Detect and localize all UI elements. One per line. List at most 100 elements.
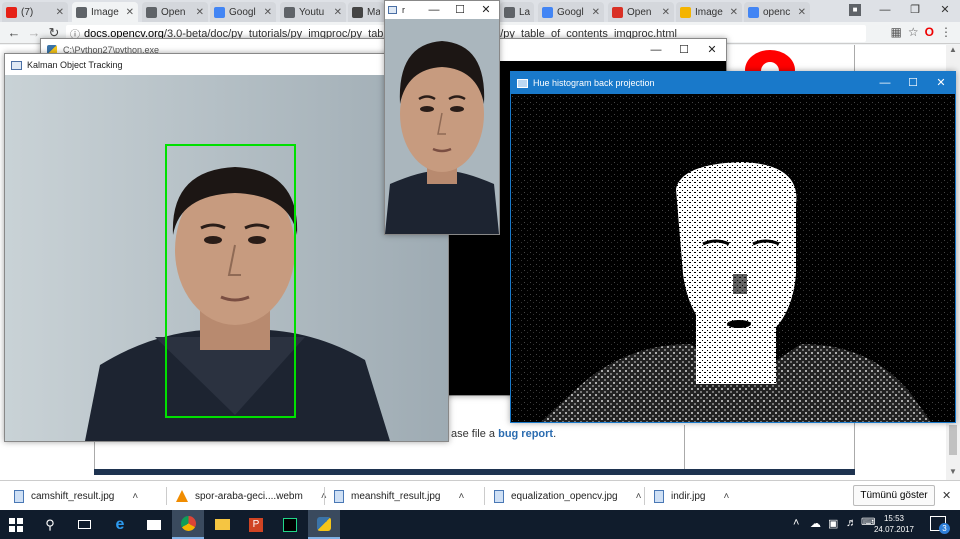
browser-tab[interactable]: Youtu ✕	[280, 2, 346, 22]
close-icon[interactable]: ✕	[942, 489, 951, 502]
browser-tab[interactable]: (7) ✕	[2, 2, 68, 22]
maximize-icon[interactable]: ☐	[899, 72, 927, 94]
browser-tab[interactable]: Open ✕	[142, 2, 208, 22]
browser-tab[interactable]: openc ✕	[744, 2, 810, 22]
task-view-button[interactable]	[68, 510, 100, 539]
clock[interactable]: 15:53 24.07.2017	[872, 513, 916, 535]
download-item[interactable]: meanshift_result.jpg ˄	[334, 485, 464, 507]
close-icon[interactable]: ✕	[927, 72, 955, 94]
hue-title: Hue histogram back projection	[533, 78, 655, 88]
close-icon[interactable]: ✕	[473, 1, 499, 19]
search-button[interactable]: ⚲	[34, 510, 66, 539]
windows-logo-icon	[9, 517, 23, 532]
taskbar-explorer[interactable]	[206, 510, 238, 539]
kalman-titlebar[interactable]: Kalman Object Tracking —	[5, 54, 448, 76]
chevron-up-icon[interactable]: ˄	[459, 491, 465, 502]
download-item[interactable]: camshift_result.jpg ˄	[14, 485, 138, 507]
tab-title: Youtu	[299, 6, 325, 18]
taskbar-python[interactable]	[308, 510, 340, 539]
tab-close-icon[interactable]: ✕	[798, 7, 806, 18]
clock-time: 15:53	[883, 514, 905, 523]
browser-tab[interactable]: Googl ✕	[538, 2, 604, 22]
profile-icon[interactable]: ■	[849, 4, 861, 16]
action-center-icon[interactable]: 3	[930, 516, 950, 534]
browser-tab[interactable]: Main	[348, 2, 384, 22]
tab-favicon-icon	[504, 6, 515, 18]
chevron-up-icon[interactable]: ˄	[723, 491, 729, 502]
roi-window-controls: — ☐ ✕	[421, 1, 499, 19]
network-icon[interactable]: ▣	[828, 517, 838, 530]
taskbar-chrome[interactable]	[172, 510, 204, 539]
maximize-icon[interactable]: ☐	[447, 1, 473, 19]
tab-close-icon[interactable]: ✕	[662, 7, 670, 18]
hue-titlebar[interactable]: Hue histogram back projection — ☐ ✕	[511, 72, 955, 94]
tab-close-icon[interactable]: ✕	[264, 7, 272, 18]
roi-titlebar[interactable]: r — ☐ ✕	[385, 1, 499, 19]
browser-tab[interactable]: Open ✕	[608, 2, 674, 22]
start-button[interactable]	[0, 510, 32, 539]
scroll-up-icon[interactable]: ▲	[946, 45, 960, 54]
tab-title: Open	[627, 6, 652, 18]
menu-icon[interactable]: ⋮	[940, 25, 952, 39]
browser-window-controls: — ❐ ✕	[870, 0, 960, 22]
tab-close-icon[interactable]: ✕	[56, 7, 64, 18]
roi-window[interactable]: r — ☐ ✕	[384, 0, 500, 235]
windows-taskbar: ⚲ e P ˄ ☁ ▣ ♬ ⌨ 15:53 24.07.2017 3	[0, 510, 960, 539]
browser-tab[interactable]: Googl ✕	[210, 2, 276, 22]
toolbar-actions: ▦ ☆ O ⋮	[891, 25, 952, 39]
browser-tab[interactable]: Image ✕	[676, 2, 742, 22]
restore-icon[interactable]: ❐	[900, 0, 930, 22]
minimize-icon[interactable]: —	[870, 0, 900, 22]
download-separator	[644, 487, 645, 505]
minimize-icon[interactable]: —	[871, 72, 899, 94]
bug-text-suffix: .	[553, 428, 557, 440]
browser-tab[interactable]: Image ✕	[72, 2, 138, 22]
scrollbar-thumb[interactable]	[949, 425, 957, 455]
tab-close-icon[interactable]: ✕	[126, 7, 134, 18]
minimize-icon[interactable]: —	[421, 1, 447, 19]
back-button[interactable]: ←	[4, 25, 24, 40]
kalman-tracking-window[interactable]: Kalman Object Tracking —	[4, 53, 449, 442]
tray-chevron-icon[interactable]: ˄	[793, 517, 799, 529]
bookmark-star-icon[interactable]: ☆	[908, 25, 919, 39]
roi-video-frame	[385, 19, 499, 234]
onedrive-icon[interactable]: ☁	[810, 517, 821, 530]
taskbar-pycharm[interactable]	[274, 510, 306, 539]
download-item[interactable]: equalization_opencv.jpg ˄	[494, 485, 641, 507]
volume-icon[interactable]: ♬	[846, 517, 857, 529]
window-app-icon	[11, 60, 22, 70]
chevron-up-icon[interactable]: ˄	[132, 491, 138, 502]
bug-report-link[interactable]: bug report	[498, 428, 553, 440]
scroll-down-icon[interactable]: ▼	[946, 467, 960, 476]
tab-close-icon[interactable]: ✕	[592, 7, 600, 18]
tab-favicon-icon	[542, 6, 553, 18]
console-window-controls: — ☐ ✕	[642, 39, 726, 61]
opera-icon[interactable]: O	[925, 25, 934, 39]
download-filename: camshift_result.jpg	[31, 490, 115, 502]
tab-close-icon[interactable]: ✕	[196, 7, 204, 18]
close-icon[interactable]: ✕	[698, 39, 726, 61]
taskbar-powerpoint[interactable]: P	[240, 510, 272, 539]
download-item[interactable]: indir.jpg ˄	[654, 485, 729, 507]
tab-title: Open	[161, 6, 186, 18]
chevron-up-icon[interactable]: ˄	[636, 491, 642, 502]
download-item[interactable]: spor-araba-geci....webm˄	[176, 485, 327, 507]
translate-icon[interactable]: ▦	[891, 25, 902, 39]
tab-close-icon[interactable]: ✕	[334, 7, 342, 18]
download-bar: camshift_result.jpg ˄ spor-araba-geci....w…	[0, 480, 960, 510]
python-icon	[317, 516, 331, 531]
browser-tab[interactable]: La	[500, 2, 534, 22]
taskbar-mail[interactable]	[138, 510, 170, 539]
profile-area: ■	[840, 0, 870, 22]
taskbar-edge[interactable]: e	[104, 510, 136, 539]
tab-favicon-icon	[6, 6, 17, 18]
download-filename: meanshift_result.jpg	[351, 490, 441, 502]
maximize-icon[interactable]: ☐	[670, 39, 698, 61]
image-file-icon	[14, 489, 24, 503]
show-all-button[interactable]: Tümünü göster	[853, 485, 935, 506]
tab-close-icon[interactable]: ✕	[730, 7, 738, 18]
hue-backprojection-window[interactable]: Hue histogram back projection — ☐ ✕	[510, 71, 956, 423]
close-icon[interactable]: ✕	[930, 0, 960, 22]
minimize-icon[interactable]: —	[642, 39, 670, 61]
window-app-icon	[388, 6, 397, 14]
